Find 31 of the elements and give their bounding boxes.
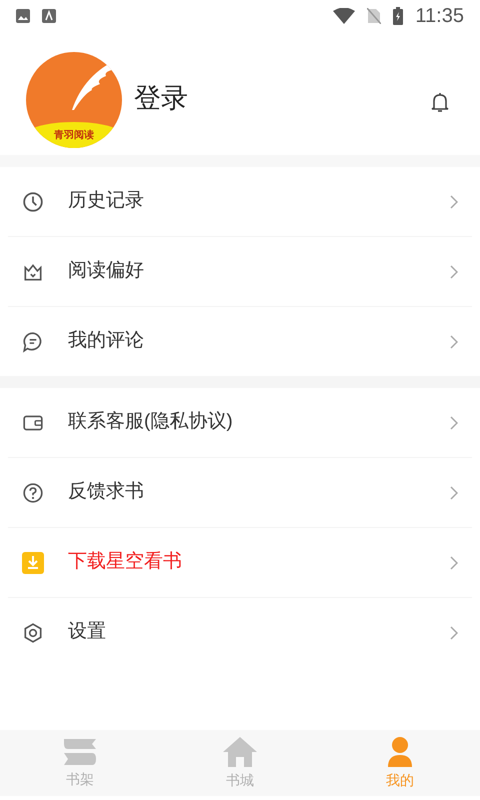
- clock-time: 11:35: [415, 4, 464, 29]
- battery-icon: [393, 7, 404, 25]
- chevron-right-icon: [450, 194, 458, 208]
- menu-item[interactable]: 联系客服(隐私协议): [0, 388, 480, 457]
- person-icon: [385, 736, 415, 768]
- notification-bell-icon[interactable]: [430, 92, 450, 114]
- image-icon: [16, 9, 30, 23]
- chevron-right-icon: [450, 264, 458, 278]
- menu-item[interactable]: 下载星空看书: [0, 528, 480, 597]
- chevron-right-icon: [450, 486, 458, 500]
- app-notification-icon: [42, 9, 56, 23]
- chevron-right-icon: [450, 416, 458, 430]
- menu-item[interactable]: 阅读偏好: [0, 237, 480, 306]
- wifi-icon: [333, 8, 356, 24]
- speech-bubble-icon: [22, 330, 44, 352]
- login-link[interactable]: 登录: [134, 78, 188, 118]
- download-icon: [22, 552, 44, 574]
- logo-text: 青羽阅读: [54, 128, 94, 142]
- settings-icon: [22, 622, 44, 644]
- question-icon: [22, 482, 44, 504]
- no-sim-icon: [367, 8, 382, 24]
- menu-item[interactable]: 我的评论: [0, 307, 480, 376]
- menu-item[interactable]: 设置: [0, 598, 480, 667]
- menu-item[interactable]: 反馈求书: [0, 458, 480, 527]
- books-icon: [62, 736, 98, 766]
- clock-icon: [22, 190, 44, 212]
- chevron-right-icon: [450, 334, 458, 348]
- chevron-right-icon: [450, 556, 458, 570]
- chevron-right-icon: [450, 626, 458, 640]
- home-icon: [222, 736, 258, 768]
- menu-item[interactable]: 历史记录: [0, 167, 480, 236]
